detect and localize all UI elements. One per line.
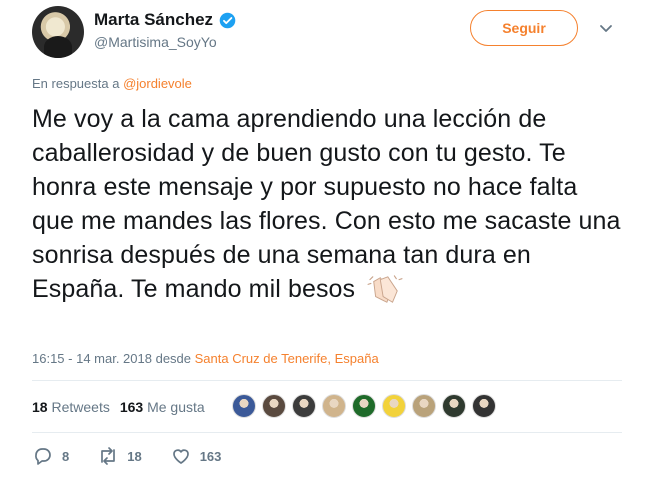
liker-avatar[interactable] [322, 394, 346, 418]
likes-label: Me gusta [147, 399, 205, 415]
avatar[interactable] [32, 6, 84, 58]
like-count: 163 [199, 448, 222, 464]
verified-badge-icon [219, 12, 236, 28]
tweet-meta: 16:15 - 14 mar. 2018 desde Santa Cruz de… [32, 351, 379, 366]
follow-button[interactable]: Seguir [470, 10, 578, 46]
retweet-icon [101, 447, 116, 465]
likes-stat[interactable]: 163 Me gusta [120, 399, 205, 415]
liker-avatar[interactable] [412, 394, 436, 418]
liker-avatar[interactable] [292, 394, 316, 418]
reply-action[interactable]: 8 [32, 446, 69, 466]
divider [32, 432, 622, 433]
retweet-count: 18 [127, 448, 142, 464]
reply-count: 8 [62, 448, 70, 464]
heart-icon [172, 449, 189, 464]
reply-icon [35, 448, 51, 465]
reply-context: En respuesta a @jordievole [32, 76, 192, 91]
retweets-stat[interactable]: 18 Retweets [32, 399, 110, 415]
tweet-timestamp[interactable]: 16:15 - 14 mar. 2018 desde [32, 351, 195, 366]
author-handle[interactable]: @Martisima_SoyYo [94, 34, 217, 50]
tweet-text: Me voy a la cama aprendiendo una lección… [32, 102, 622, 306]
like-action[interactable]: 163 [170, 446, 222, 466]
reply-prefix: En respuesta a [32, 76, 124, 91]
liker-avatar[interactable] [262, 394, 286, 418]
liker-avatars [232, 394, 502, 418]
liker-avatar[interactable] [442, 394, 466, 418]
tweet-body: Me voy a la cama aprendiendo una lección… [32, 105, 621, 303]
clapping-hands-icon [367, 275, 403, 304]
retweets-label: Retweets [51, 399, 110, 415]
liker-avatar[interactable] [352, 394, 376, 418]
location-link[interactable]: Santa Cruz de Tenerife, España [195, 351, 379, 366]
retweets-count: 18 [32, 399, 48, 415]
tweet-actions: 8 18 163 [32, 446, 249, 466]
retweet-action[interactable]: 18 [97, 446, 142, 466]
liker-avatar[interactable] [382, 394, 406, 418]
author-name-row: Marta Sánchez [94, 10, 236, 30]
divider [32, 380, 622, 381]
liker-avatar[interactable] [232, 394, 256, 418]
reply-to-link[interactable]: @jordievole [123, 76, 192, 91]
liker-avatar[interactable] [472, 394, 496, 418]
tweet-header: Marta Sánchez @Martisima_SoyYo Seguir [32, 6, 622, 58]
chevron-down-icon[interactable] [596, 18, 616, 38]
author-name[interactable]: Marta Sánchez [94, 10, 213, 30]
engagement-stats: 18 Retweets 163 Me gusta [32, 399, 215, 415]
likes-count: 163 [119, 399, 144, 415]
